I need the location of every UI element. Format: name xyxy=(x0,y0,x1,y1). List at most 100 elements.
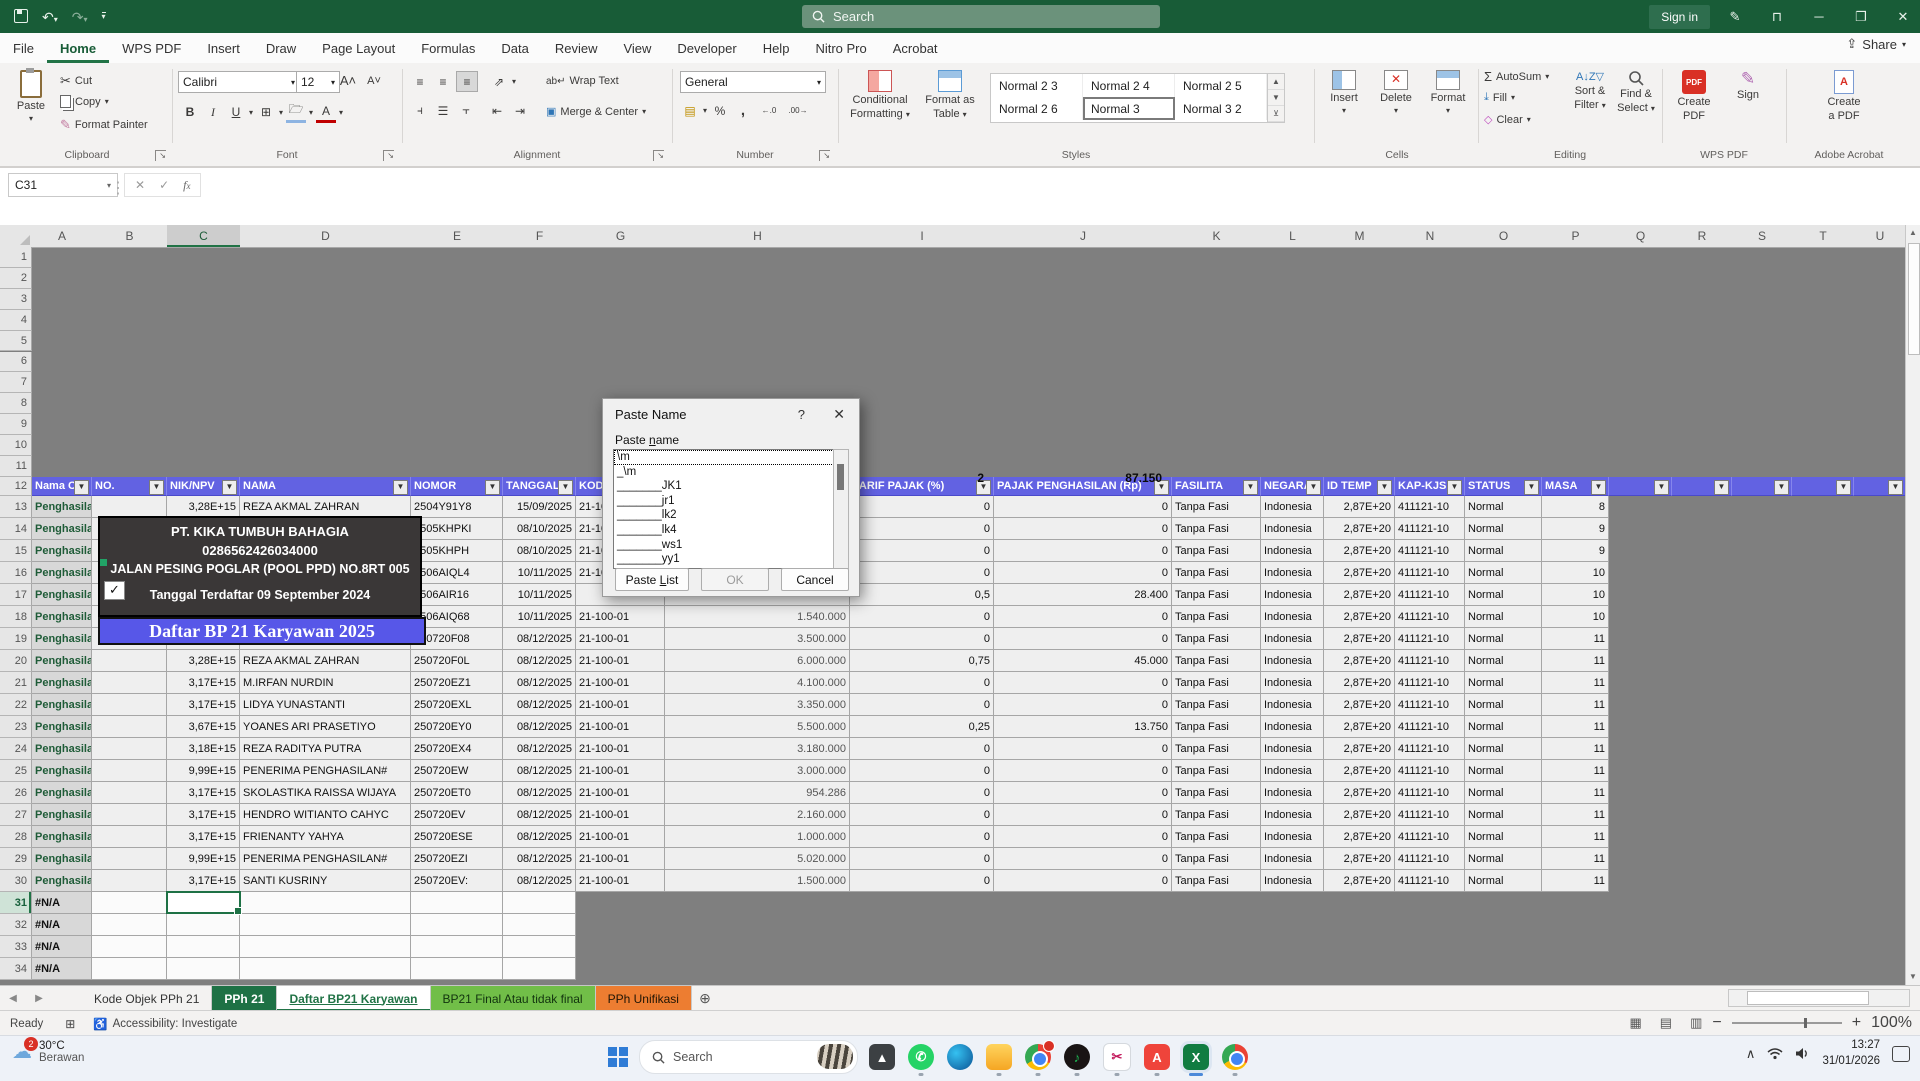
cell-N23[interactable]: 411121-10 xyxy=(1395,716,1465,738)
cell-A25[interactable]: Penghasilan yang diter xyxy=(32,760,92,782)
checkbox[interactable]: ✓ xyxy=(104,581,125,600)
insert-cells-button[interactable]: Insert▾ xyxy=(1320,65,1368,115)
column-header-P[interactable]: P xyxy=(1542,225,1610,248)
row-header-27[interactable]: 27 xyxy=(0,804,32,826)
cell-N28[interactable]: 411121-10 xyxy=(1395,826,1465,848)
column-header-D[interactable]: D xyxy=(240,225,412,248)
sheet-tab-pph-21[interactable]: PPh 21 xyxy=(212,986,277,1011)
cell-O18[interactable]: Normal xyxy=(1465,606,1542,628)
gallery-up-icon[interactable]: ▲ xyxy=(1268,74,1284,90)
sheet-tab-pph-unifikasi[interactable]: PPh Unifikasi xyxy=(596,986,692,1011)
cell-N21[interactable]: 411121-10 xyxy=(1395,672,1465,694)
cell-D22[interactable]: LIDYA YUNASTANTI xyxy=(240,694,411,716)
cell-L29[interactable]: Indonesia xyxy=(1261,848,1324,870)
sheet-tab-daftar-bp21-karyawan[interactable]: Daftar BP21 Karyawan xyxy=(277,986,430,1011)
cell-C24[interactable]: 3,18E+15 xyxy=(167,738,240,760)
column-header-F[interactable]: F xyxy=(503,225,577,248)
cell-H23[interactable]: 5.500.000 xyxy=(665,716,850,738)
cell-G25[interactable]: 21-100-01 xyxy=(576,760,665,782)
row-header-31[interactable]: 31 xyxy=(0,892,32,914)
cell-L15[interactable]: Indonesia xyxy=(1261,540,1324,562)
sort-filter-button[interactable]: A↓Z▽ Sort &Filter ▾ xyxy=(1568,65,1612,113)
filter-header-P[interactable]: MASA▼ xyxy=(1542,477,1609,496)
ribbon-tab-insert[interactable]: Insert xyxy=(194,33,253,63)
cell-I15[interactable]: 0 xyxy=(850,540,994,562)
styles-gallery-scrollbar[interactable]: ▲▼⊻ xyxy=(1268,73,1285,123)
cell-I14[interactable]: 0 xyxy=(850,518,994,540)
zoom-in-icon[interactable]: + xyxy=(1852,1014,1861,1032)
create-pdf-button[interactable]: PDF CreatePDF xyxy=(1668,65,1720,124)
zoom-level[interactable]: 100% xyxy=(1871,1014,1912,1032)
cell-I13[interactable]: 0 xyxy=(850,496,994,518)
align-center-button[interactable]: ☰ xyxy=(433,101,453,120)
edge-icon[interactable] xyxy=(947,1044,973,1070)
name-list-item[interactable]: _______lk4 xyxy=(614,523,836,538)
ribbon-tab-formulas[interactable]: Formulas xyxy=(408,33,488,63)
cell-E31[interactable] xyxy=(411,892,503,914)
cell-E13[interactable]: 2504Y91Y8 xyxy=(411,496,503,518)
row-header-16[interactable]: 16 xyxy=(0,562,32,584)
decrease-decimal-button[interactable]: .00→ xyxy=(785,101,811,120)
cell-M18[interactable]: 2,87E+20 xyxy=(1324,606,1395,628)
name-listbox[interactable]: \m_\m_______JK1_______jr1_______lk2_____… xyxy=(613,449,837,569)
cell-E33[interactable] xyxy=(411,936,503,958)
cell-O24[interactable]: Normal xyxy=(1465,738,1542,760)
cell-G28[interactable]: 21-100-01 xyxy=(576,826,665,848)
close-button[interactable]: ✕ xyxy=(1886,0,1920,33)
filter-arrow-icon[interactable]: ▼ xyxy=(1591,480,1606,495)
sign-in-button[interactable]: Sign in xyxy=(1649,5,1710,29)
cell-style-normal-2-4[interactable]: Normal 2 4 xyxy=(1083,74,1175,97)
cell-F22[interactable]: 08/12/2025 xyxy=(503,694,576,716)
sheet-nav-right-icon[interactable]: ▶ xyxy=(26,986,52,1011)
row-header-8[interactable]: 8 xyxy=(0,393,32,414)
name-list-item[interactable]: _______lk2 xyxy=(614,508,836,523)
vertical-scrollbar[interactable]: ▲ ▼ xyxy=(1905,225,1920,985)
cell-K15[interactable]: Tanpa Fasi xyxy=(1172,540,1261,562)
cell-N24[interactable]: 411121-10 xyxy=(1395,738,1465,760)
cell-style-normal-3-2[interactable]: Normal 3 2 xyxy=(1175,97,1267,120)
filter-header-F[interactable]: TANGGAL B▼ xyxy=(503,477,576,496)
bold-button[interactable]: B xyxy=(180,103,200,122)
cancel-button[interactable]: Cancel xyxy=(781,568,849,591)
column-header-J[interactable]: J xyxy=(994,225,1173,248)
cell-A18[interactable]: Penghasilan yang diter xyxy=(32,606,92,628)
cell-J25[interactable]: 0 xyxy=(994,760,1172,782)
cell-N27[interactable]: 411121-10 xyxy=(1395,804,1465,826)
cell-E25[interactable]: 250720EW xyxy=(411,760,503,782)
row-header-11[interactable]: 11 xyxy=(0,456,32,477)
row-header-33[interactable]: 33 xyxy=(0,936,32,958)
cell-E20[interactable]: 250720F0L xyxy=(411,650,503,672)
cell-C20[interactable]: 3,28E+15 xyxy=(167,650,240,672)
cell-J14[interactable]: 0 xyxy=(994,518,1172,540)
zoom-slider[interactable] xyxy=(1732,1022,1842,1024)
row-header-21[interactable]: 21 xyxy=(0,672,32,694)
cell-M26[interactable]: 2,87E+20 xyxy=(1324,782,1395,804)
row-header-29[interactable]: 29 xyxy=(0,848,32,870)
cell-C25[interactable]: 9,99E+15 xyxy=(167,760,240,782)
row-header-18[interactable]: 18 xyxy=(0,606,32,628)
gallery-more-icon[interactable]: ⊻ xyxy=(1268,106,1284,122)
orientation-button[interactable]: ⇗ xyxy=(489,72,509,91)
search-box[interactable]: Search xyxy=(802,5,1160,28)
decrease-font-size-button[interactable]: A˅ xyxy=(364,71,384,90)
filter-header-S[interactable]: ▼ xyxy=(1732,477,1792,496)
filter-header-L[interactable]: NEGARA▼ xyxy=(1261,477,1324,496)
cell-J30[interactable]: 0 xyxy=(994,870,1172,892)
filter-arrow-icon[interactable]: ▼ xyxy=(1243,480,1258,495)
cell-L14[interactable]: Indonesia xyxy=(1261,518,1324,540)
cell-A19[interactable]: Penghasilan yang diter xyxy=(32,628,92,650)
cell-O20[interactable]: Normal xyxy=(1465,650,1542,672)
cell-F33[interactable] xyxy=(503,936,576,958)
cell-B13[interactable] xyxy=(92,496,167,518)
cell-P19[interactable]: 11 xyxy=(1542,628,1609,650)
cell-B33[interactable] xyxy=(92,936,167,958)
cell-A31[interactable]: #N/A xyxy=(32,892,92,914)
ribbon-tab-nitro-pro[interactable]: Nitro Pro xyxy=(802,33,879,63)
save-button[interactable] xyxy=(14,9,28,25)
cell-J29[interactable]: 0 xyxy=(994,848,1172,870)
ribbon-tab-developer[interactable]: Developer xyxy=(664,33,749,63)
name-list-item[interactable]: \m xyxy=(614,450,836,465)
cell-i11[interactable]: 2 xyxy=(860,471,984,485)
row-header-30[interactable]: 30 xyxy=(0,870,32,892)
conditional-formatting-button[interactable]: ConditionalFormatting ▾ xyxy=(848,65,912,122)
